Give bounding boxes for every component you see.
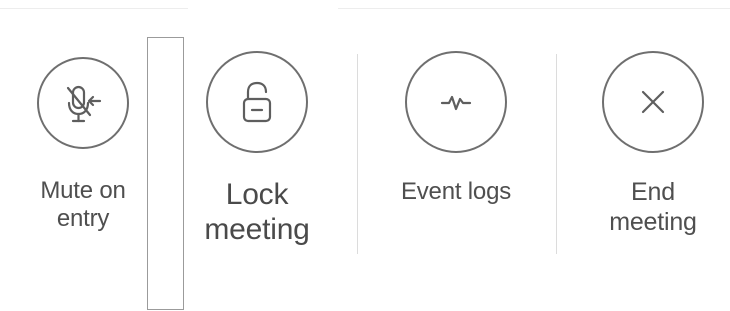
event-logs-label: Event logs [381, 178, 531, 206]
mute-on-entry-label-line1: Mute on [40, 177, 126, 204]
lock-meeting-label: Lock meeting [182, 177, 332, 248]
end-meeting-label-line2: meeting [609, 207, 697, 236]
top-separator-left [0, 8, 188, 9]
top-separator-right [338, 8, 730, 9]
mute-on-entry-circle[interactable] [37, 57, 129, 149]
microphone-mute-arrow-icon [66, 85, 102, 123]
lock-meeting-label-line2: meeting [204, 213, 310, 247]
divider-right [556, 54, 557, 254]
lock-open-icon [242, 81, 272, 123]
event-logs-circle[interactable] [405, 51, 507, 153]
mute-on-entry-button[interactable]: Mute on entry [8, 57, 158, 234]
lock-meeting-circle[interactable] [206, 51, 308, 153]
lock-meeting-button[interactable]: Lock meeting [182, 51, 332, 248]
end-meeting-label-line1: End [631, 178, 675, 206]
meeting-controls-toolbar: Mute on entry Lock meeting Event logs En… [0, 0, 730, 311]
event-logs-button[interactable]: Event logs [381, 51, 531, 206]
lock-meeting-label-line1: Lock [225, 178, 289, 211]
mute-on-entry-label-line2: entry [56, 205, 110, 233]
end-meeting-circle[interactable] [602, 51, 704, 153]
end-meeting-button[interactable]: End meeting [578, 51, 728, 237]
end-meeting-label: End meeting [578, 178, 728, 237]
divider-left [357, 54, 358, 254]
activity-pulse-icon [440, 95, 472, 111]
event-logs-label-line1: Event logs [400, 178, 512, 205]
close-x-icon [641, 90, 665, 114]
mute-on-entry-label: Mute on entry [8, 177, 158, 234]
